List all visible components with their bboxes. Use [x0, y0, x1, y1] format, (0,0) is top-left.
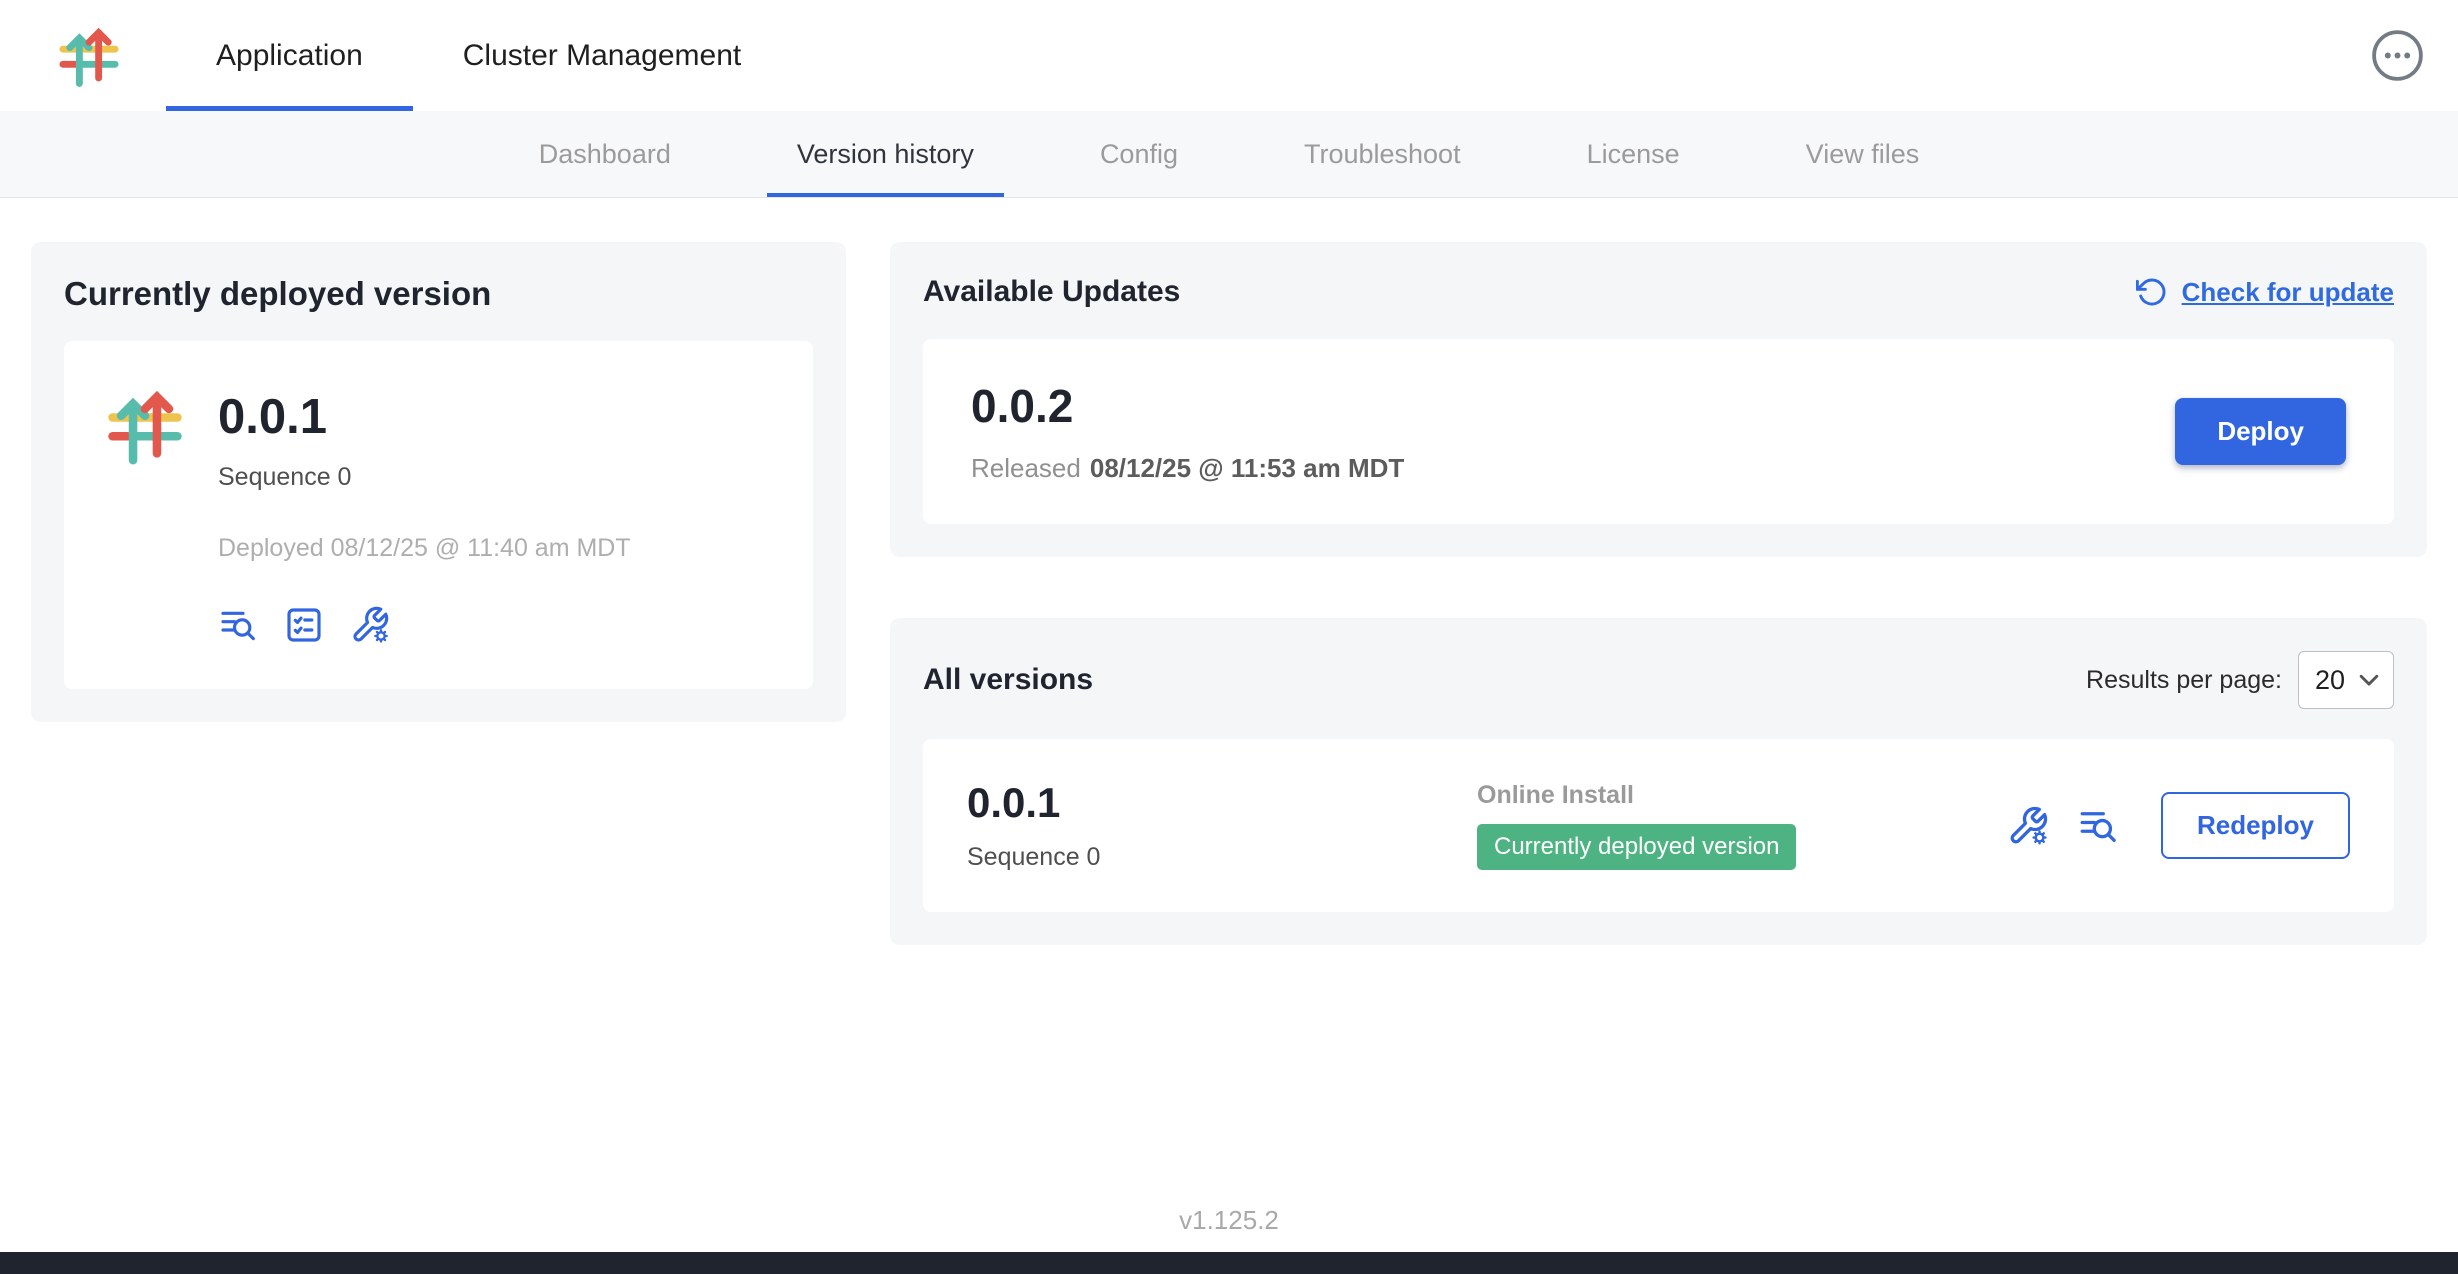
tab-version-history[interactable]: Version history	[767, 111, 1004, 197]
results-per-page-label: Results per page:	[2086, 666, 2282, 695]
topnav-spacer	[791, 0, 2371, 111]
all-versions-card: All versions Results per page: 20 0.0.1 …	[890, 618, 2427, 945]
tab-dashboard[interactable]: Dashboard	[509, 111, 701, 197]
tab-license[interactable]: License	[1557, 111, 1710, 197]
currently-deployed-title: Currently deployed version	[64, 275, 813, 313]
deployed-action-icons	[218, 605, 631, 645]
top-navigation: Application Cluster Management	[0, 0, 2458, 111]
version-history-page: Currently deployed version 0.0.1 Sequenc…	[0, 198, 2458, 1205]
deployed-version-details: 0.0.1 Sequence 0 Deployed 08/12/25 @ 11:…	[218, 385, 631, 645]
update-version-number: 0.0.2	[971, 379, 1404, 433]
checklist-icon[interactable]	[284, 605, 324, 645]
available-updates-header: Available Updates Check for update	[923, 275, 2394, 309]
file-search-icon[interactable]	[2077, 805, 2119, 847]
app-logo-icon	[104, 385, 186, 645]
wrench-gear-icon[interactable]	[350, 605, 390, 645]
tab-application-label: Application	[216, 39, 363, 73]
console-version-footer: v1.125.2	[0, 1205, 2458, 1252]
deploy-button[interactable]: Deploy	[2175, 398, 2346, 465]
released-date: 08/12/25 @ 11:53 am MDT	[1090, 453, 1404, 483]
released-prefix: Released	[971, 453, 1081, 483]
results-per-page-value: 20	[2315, 665, 2345, 696]
app-logo-icon	[56, 0, 122, 111]
tab-troubleshoot[interactable]: Troubleshoot	[1274, 111, 1491, 197]
version-row-info: 0.0.1 Sequence 0	[967, 779, 1477, 872]
redeploy-button[interactable]: Redeploy	[2161, 792, 2350, 859]
tab-cluster-management-label: Cluster Management	[463, 39, 741, 73]
tab-config[interactable]: Config	[1070, 111, 1208, 197]
version-row-actions: Redeploy	[2007, 792, 2350, 859]
console-version: v1.125.2	[1179, 1205, 1279, 1235]
version-row: 0.0.1 Sequence 0 Online Install Currentl…	[923, 739, 2394, 912]
install-type-label: Online Install	[1477, 781, 2007, 810]
check-for-update-link[interactable]: Check for update	[2136, 276, 2394, 308]
available-updates-title: Available Updates	[923, 275, 1180, 309]
update-released-line: Released 08/12/25 @ 11:53 am MDT	[971, 453, 1404, 484]
ellipsis-icon[interactable]	[2371, 29, 2424, 82]
chevron-down-icon	[2359, 674, 2379, 687]
status-badge: Currently deployed version	[1477, 824, 1796, 870]
deployed-sequence: Sequence 0	[218, 463, 631, 492]
refresh-icon	[2136, 276, 2168, 308]
wrench-gear-icon[interactable]	[2007, 805, 2049, 847]
bottom-bar	[0, 1252, 2458, 1274]
version-sequence: Sequence 0	[967, 843, 1477, 872]
all-versions-header: All versions Results per page: 20	[923, 651, 2394, 709]
tab-application[interactable]: Application	[166, 0, 413, 111]
file-search-icon[interactable]	[218, 605, 258, 645]
left-column: Currently deployed version 0.0.1 Sequenc…	[31, 242, 846, 722]
available-updates-card: Available Updates Check for update 0.0.2…	[890, 242, 2427, 557]
tab-cluster-management[interactable]: Cluster Management	[413, 0, 791, 111]
right-column: Available Updates Check for update 0.0.2…	[890, 242, 2427, 945]
primary-tabs: Application Cluster Management	[166, 0, 791, 111]
available-update-row: 0.0.2 Released 08/12/25 @ 11:53 am MDT De…	[923, 339, 2394, 524]
tab-view-files[interactable]: View files	[1776, 111, 1950, 197]
version-row-status: Online Install Currently deployed versio…	[1477, 781, 2007, 870]
check-for-update-label: Check for update	[2182, 277, 2394, 308]
update-info: 0.0.2 Released 08/12/25 @ 11:53 am MDT	[971, 379, 1404, 484]
deployed-version-number: 0.0.1	[218, 389, 631, 445]
all-versions-title: All versions	[923, 663, 1093, 697]
deployed-timestamp: Deployed 08/12/25 @ 11:40 am MDT	[218, 534, 631, 563]
deployed-version-panel: 0.0.1 Sequence 0 Deployed 08/12/25 @ 11:…	[64, 341, 813, 689]
results-per-page: Results per page: 20	[2086, 651, 2394, 709]
currently-deployed-card: Currently deployed version 0.0.1 Sequenc…	[31, 242, 846, 722]
results-per-page-select[interactable]: 20	[2298, 651, 2394, 709]
app-sub-navigation: Dashboard Version history Config Trouble…	[0, 111, 2458, 198]
version-number: 0.0.1	[967, 779, 1477, 827]
